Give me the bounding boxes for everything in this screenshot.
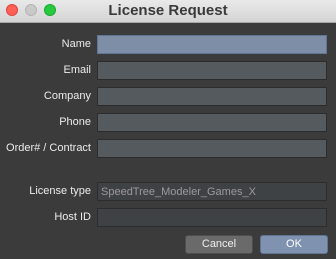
phone-label: Phone — [59, 116, 91, 128]
company-row: Company — [0, 87, 336, 107]
license-type-field[interactable] — [97, 182, 327, 201]
title-bar: License Request — [0, 0, 336, 23]
license-type-label: License type — [29, 185, 91, 197]
order-contract-label: Order# / Contract — [6, 142, 91, 154]
name-field[interactable] — [97, 35, 327, 54]
phone-row: Phone — [0, 113, 336, 133]
ok-button[interactable]: OK — [260, 235, 328, 254]
name-row: Name — [0, 35, 336, 55]
order-contract-row: Order# / Contract — [0, 139, 336, 159]
email-field[interactable] — [97, 61, 327, 80]
phone-field[interactable] — [97, 113, 327, 132]
email-row: Email — [0, 61, 336, 81]
company-label: Company — [43, 90, 91, 102]
host-id-row: Host ID — [0, 208, 336, 228]
company-field[interactable] — [97, 87, 327, 106]
host-id-field[interactable] — [97, 208, 327, 227]
window-title: License Request — [108, 2, 228, 19]
email-label: Email — [63, 64, 91, 76]
name-label: Name — [61, 38, 91, 50]
order-contract-field[interactable] — [97, 139, 327, 158]
cancel-button[interactable]: Cancel — [185, 235, 253, 254]
host-id-label: Host ID — [54, 211, 91, 223]
license-type-row: License type — [0, 182, 336, 202]
